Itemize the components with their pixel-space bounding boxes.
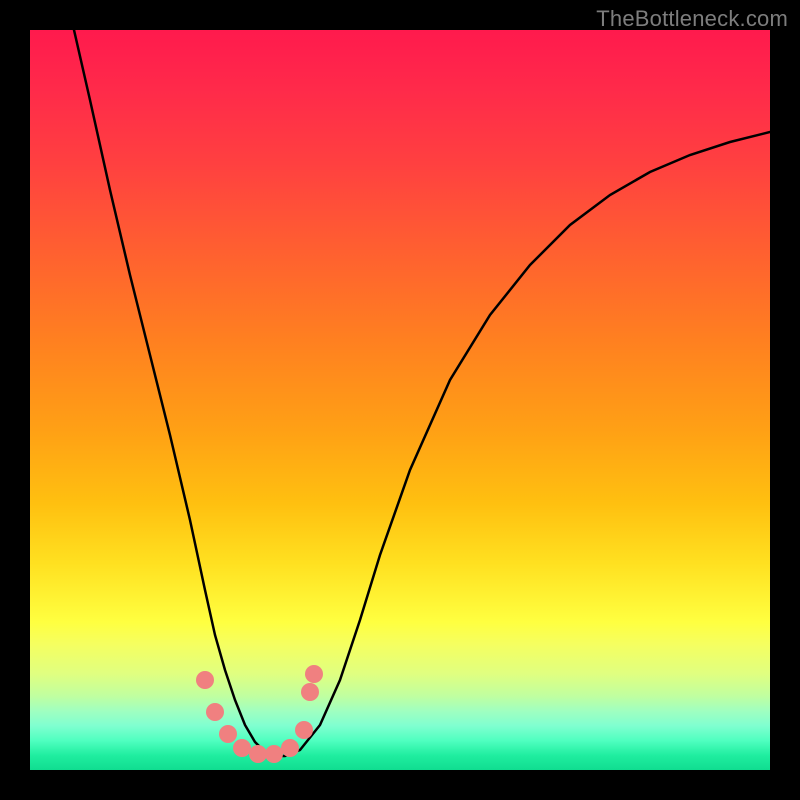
plot-area	[30, 30, 770, 770]
curve-marker	[249, 745, 267, 763]
curve-marker	[295, 721, 313, 739]
curve-marker	[301, 683, 319, 701]
curve-marker	[233, 739, 251, 757]
curve-marker	[281, 739, 299, 757]
chart-frame: TheBottleneck.com	[0, 0, 800, 800]
curve-marker	[206, 703, 224, 721]
curve-marker	[219, 725, 237, 743]
curve-marker	[196, 671, 214, 689]
curve-marker	[265, 745, 283, 763]
watermark-text: TheBottleneck.com	[596, 6, 788, 32]
curve-markers	[196, 665, 323, 763]
curve-marker	[305, 665, 323, 683]
curve-svg	[30, 30, 770, 770]
bottleneck-curve	[74, 30, 770, 756]
